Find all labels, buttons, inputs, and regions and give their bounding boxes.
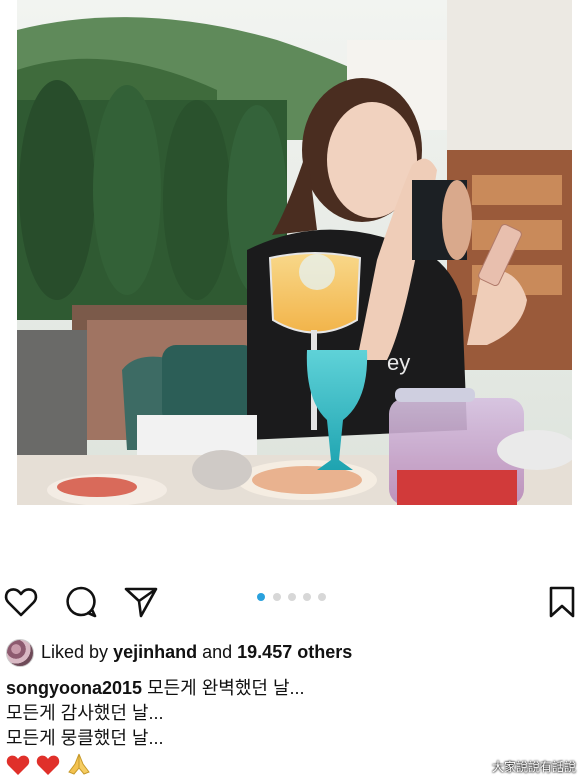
folded-hands-icon	[66, 752, 92, 781]
likes-row: Liked by yejinhand and 19.457 others	[6, 637, 576, 669]
heart-outline-icon[interactable]	[4, 586, 38, 618]
carousel-dot	[288, 593, 296, 601]
bookmark-icon[interactable]	[548, 585, 576, 619]
photo-scene: e ey	[17, 0, 572, 505]
carousel-dot	[303, 593, 311, 601]
liked-by-username[interactable]: yejinhand	[113, 642, 197, 662]
caption-line: songyoona2015 모든게 완벽했던 날...	[6, 676, 576, 701]
likes-prefix: Liked by	[41, 642, 109, 662]
post-caption: songyoona2015 모든게 완벽했던 날... 모든게 감사했던 날..…	[6, 676, 576, 751]
red-heart-icon	[36, 754, 60, 781]
likes-count[interactable]: 19.457 others	[237, 642, 352, 662]
post-photo[interactable]: e ey	[17, 0, 572, 505]
carousel-dot	[318, 593, 326, 601]
caption-text: 모든게 완벽했던 날...	[147, 678, 305, 698]
caption-username[interactable]: songyoona2015	[6, 678, 142, 698]
svg-text:ey: ey	[387, 350, 410, 375]
likes-middle: and	[202, 642, 233, 662]
comment-bubble-icon[interactable]	[64, 585, 98, 619]
caption-line: 모든게 뭉클했던 날...	[6, 728, 164, 748]
avatar[interactable]	[6, 639, 34, 667]
likes-text[interactable]: Liked by yejinhand and 19.457 others	[41, 637, 352, 667]
carousel-dot-active	[257, 593, 265, 601]
action-bar	[0, 580, 582, 624]
paper-plane-icon[interactable]	[124, 586, 158, 618]
carousel-dot	[273, 593, 281, 601]
caption-line: 모든게 감사했던 날...	[6, 703, 164, 723]
red-heart-icon	[6, 754, 30, 781]
watermark: 大家說說有話說	[491, 760, 576, 774]
